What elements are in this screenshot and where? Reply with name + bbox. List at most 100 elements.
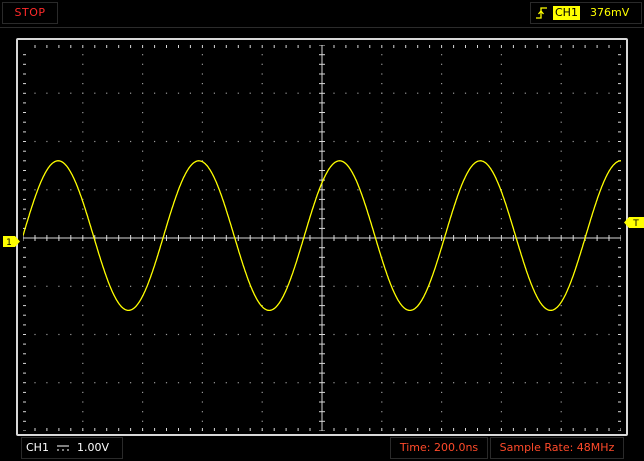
grid-dot — [130, 333, 132, 336]
grid-dot — [441, 198, 443, 200]
grid-dot — [381, 140, 383, 143]
trigger-level-marker[interactable]: T — [624, 217, 644, 228]
grid-dot — [584, 382, 586, 384]
grid-dot — [405, 92, 407, 94]
grid-dot — [500, 285, 502, 287]
grid-dot — [381, 305, 383, 307]
run-stop-status[interactable]: STOP — [2, 2, 58, 24]
trigger-info[interactable]: CH1 376mV — [530, 2, 642, 24]
grid-dot — [381, 73, 383, 75]
grid-dot — [261, 411, 263, 413]
grid-dot — [488, 92, 490, 94]
grid-dot — [381, 102, 383, 104]
grid-dot — [34, 285, 36, 287]
grid-dot — [225, 333, 227, 336]
grid-dot — [106, 333, 108, 336]
grid-dot — [548, 140, 550, 143]
grid-dot — [500, 276, 502, 278]
grid-dot — [70, 140, 72, 143]
grid-dot — [82, 102, 84, 104]
grid-dot — [154, 92, 156, 94]
grid-dot — [369, 189, 371, 191]
grid-dot — [201, 256, 203, 258]
grid-dot — [309, 285, 311, 287]
grid-dot — [46, 189, 48, 191]
grid-dot — [560, 227, 562, 229]
grid-dot — [429, 382, 431, 384]
grid-dot — [70, 382, 72, 384]
grid-dot — [405, 333, 407, 336]
grid-dot — [560, 333, 562, 336]
grid-dot — [548, 382, 550, 384]
grid-dot — [488, 189, 490, 191]
grid-dot — [560, 140, 562, 143]
grid-dot — [584, 140, 586, 143]
grid-dot — [142, 121, 144, 123]
grid-dot — [357, 285, 359, 287]
grid-dot — [261, 179, 263, 181]
grid-dot — [608, 285, 610, 287]
ch1-position-marker[interactable]: 1 — [3, 236, 21, 247]
grid-dot — [273, 189, 275, 191]
grid-dot — [512, 92, 514, 94]
grid-dot — [488, 285, 490, 287]
grid-dot — [453, 140, 455, 143]
grid-dot — [165, 382, 168, 384]
grid-dot — [345, 189, 347, 191]
grid-dot — [94, 189, 96, 191]
grid-dot — [297, 140, 299, 143]
grid-dot — [524, 285, 526, 287]
timebase-readout[interactable]: Time: 200.0ns — [390, 437, 488, 459]
grid-dot — [261, 391, 263, 393]
grid-dot — [130, 140, 132, 143]
grid-dot — [560, 63, 562, 65]
grid-dot — [297, 189, 299, 191]
grid-dot — [500, 247, 502, 249]
grid-dot — [357, 189, 359, 191]
grid-dot — [261, 333, 263, 336]
grid-dot — [261, 343, 263, 345]
grid-dot — [82, 353, 84, 355]
grid-dot — [560, 73, 562, 75]
grid-dot — [82, 189, 84, 191]
grid-dot — [201, 131, 203, 133]
grid-dot — [512, 285, 514, 287]
grid-dot — [357, 382, 359, 384]
grid-dot — [596, 382, 598, 384]
grid-dot — [393, 140, 395, 143]
grid-dot — [142, 131, 144, 133]
grid-dot — [285, 140, 287, 143]
grid-dot — [106, 285, 108, 287]
grid-dot — [441, 256, 443, 258]
grid-dot — [441, 314, 443, 316]
grid-dot — [441, 353, 443, 355]
ch1-scale-readout[interactable]: CH1 1.00V — [21, 437, 123, 459]
grid-dot — [213, 382, 215, 384]
grid-dot — [201, 391, 203, 393]
grid-dot — [500, 92, 502, 94]
rising-edge-icon — [536, 7, 547, 19]
graticule — [23, 45, 621, 431]
grid-dot — [417, 92, 419, 94]
grid-dot — [560, 411, 562, 413]
grid-dot — [453, 189, 455, 191]
waveform-display[interactable] — [23, 45, 621, 431]
grid-dot — [405, 382, 407, 384]
grid-dot — [536, 92, 538, 94]
grid-dot — [500, 305, 502, 307]
grid-dot — [142, 333, 144, 336]
grid-dot — [560, 83, 562, 85]
grid-dot — [429, 189, 431, 191]
grid-dot — [58, 333, 60, 336]
grid-dot — [309, 333, 311, 336]
grid-dot — [261, 382, 263, 384]
grid-dot — [476, 189, 479, 191]
grid-dot — [381, 411, 383, 413]
grid-dot — [261, 54, 263, 56]
grid-dot — [94, 285, 96, 287]
grid-dot — [213, 92, 215, 94]
grid-dot — [201, 169, 203, 172]
grid-dot — [560, 150, 562, 152]
grid-dot — [261, 131, 263, 133]
grid-dot — [441, 92, 443, 94]
